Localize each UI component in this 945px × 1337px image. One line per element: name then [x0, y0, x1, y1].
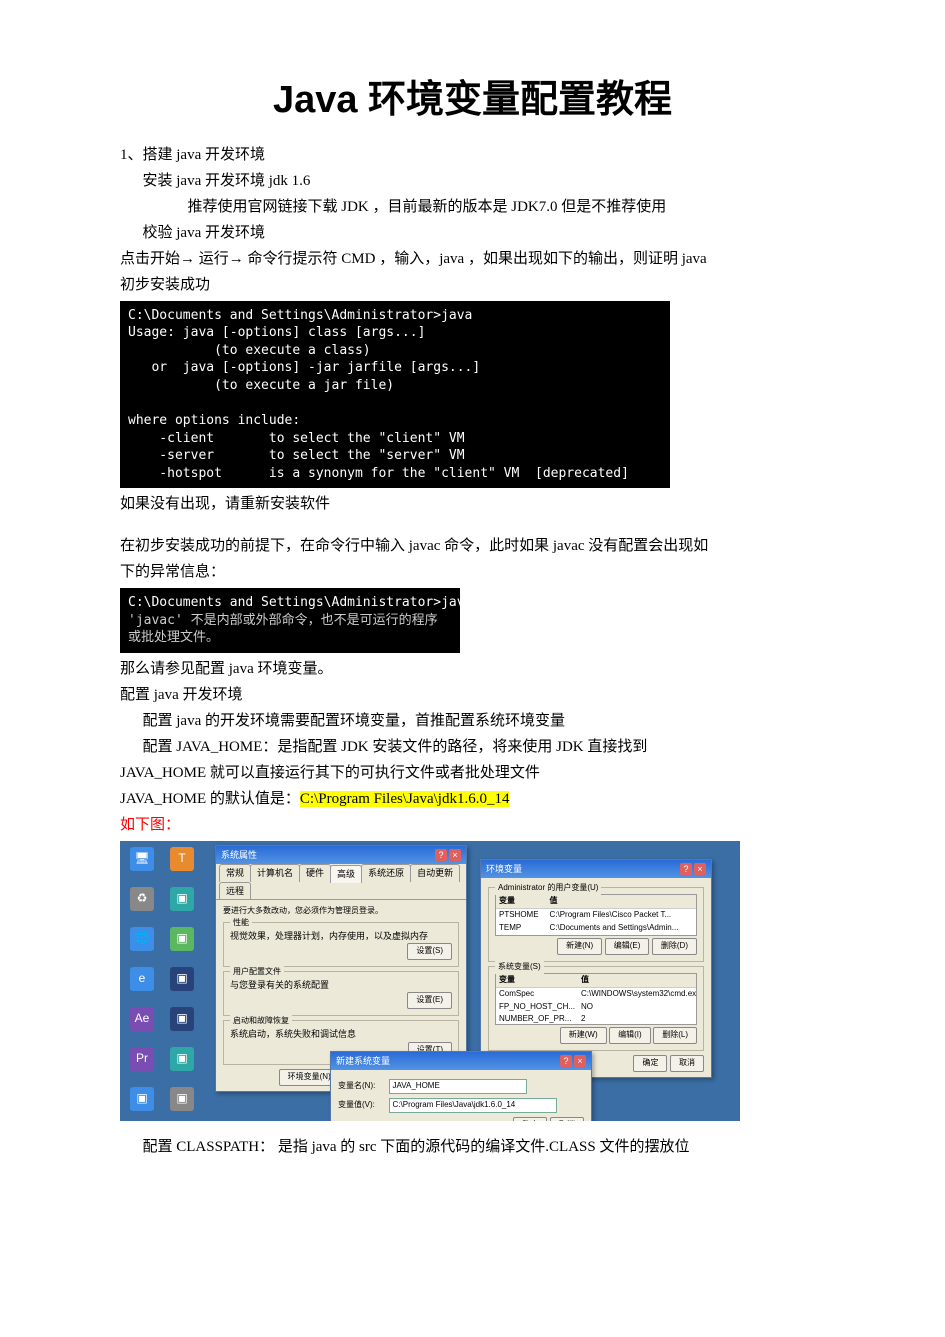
text: 点击开始	[120, 251, 180, 267]
line: 配置 java 开发环境	[120, 683, 825, 707]
terminal-prompt: C:\Documents and Settings\Administrator>…	[128, 595, 480, 610]
text: 与您登录有关的系统配置	[230, 978, 452, 992]
window-title: 环境变量	[486, 862, 522, 876]
line: 下的异常信息：	[120, 560, 825, 584]
varname-input[interactable]: JAVA_HOME	[389, 1079, 527, 1094]
document-page: Java 环境变量配置教程 1、搭建 java 开发环境 安装 java 开发环…	[0, 0, 945, 1337]
line: 在初步安装成功的前提下，在命令行中输入 javac 命令，此时如果 javac …	[120, 534, 825, 558]
sys-vars-list[interactable]: 变量值 ComSpecC:\WINDOWS\system32\cmd.exe F…	[495, 973, 697, 1025]
settings-button[interactable]: 设置(E)	[407, 992, 452, 1009]
settings-button[interactable]: 设置(S)	[407, 943, 452, 960]
varname-label: 变量名(N):	[338, 1080, 386, 1093]
highlight-path: C:\Program Files\Java\jdk1.6.0_14	[300, 791, 510, 807]
user-vars-label: Administrator 的用户变量(U)	[495, 882, 601, 895]
line: JAVA_HOME 就可以直接运行其下的可执行文件或者批处理文件	[120, 761, 825, 785]
tab-general[interactable]: 常规	[219, 864, 251, 881]
text: 系统启动，系统失败和调试信息	[230, 1027, 452, 1041]
new-button[interactable]: 新建(W)	[560, 1027, 607, 1044]
tab-remote[interactable]: 远程	[219, 882, 251, 899]
delete-button[interactable]: 删除(L)	[653, 1027, 697, 1044]
arrow-icon: →	[229, 250, 244, 267]
line: JAVA_HOME 的默认值是：C:\Program Files\Java\jd…	[120, 787, 825, 811]
tab-hardware[interactable]: 硬件	[299, 864, 331, 881]
line: 如果没有出现，请重新安装软件	[120, 492, 825, 516]
text: JAVA_HOME 的默认值是：	[120, 791, 300, 807]
hint-text: 要进行大多数改动，您必须作为管理员登录。	[223, 905, 459, 918]
line: 安装 java 开发环境 jdk 1.6	[120, 169, 825, 193]
help-icon[interactable]: ?	[435, 849, 447, 861]
tab-restore[interactable]: 系统还原	[361, 864, 411, 881]
cancel-button[interactable]: 取消	[550, 1117, 584, 1121]
line: 配置 java 的开发环境需要配置环境变量，首推配置系统环境变量	[120, 709, 825, 733]
user-vars-list[interactable]: 变量值 PTSHOMEC:\Program Files\Cisco Packet…	[495, 894, 697, 936]
varval-input[interactable]: C:\Program Files\Java\jdk1.6.0_14	[389, 1098, 557, 1113]
sys-vars-label: 系统变量(S)	[495, 961, 544, 974]
window-title: 新建系统变量	[336, 1054, 390, 1068]
tab-computer-name[interactable]: 计算机名	[250, 864, 300, 881]
text: 视觉效果，处理器计划，内存使用，以及虚拟内存	[230, 929, 452, 943]
text: 命令行提示符 CMD ，输入，java ，如果出现如下的输出，则证明 java	[244, 251, 707, 267]
screenshot-envvars: 🖥 T ♻ ▣ 🌐 ▣ e ▣ Ae ▣ Pr ▣ ▣ ▣ 系统属性 ?× 常规…	[120, 841, 740, 1121]
cancel-button[interactable]: 取消	[670, 1055, 704, 1072]
line: 点击开始→ 运行→ 命令行提示符 CMD ，输入，java ，如果出现如下的输出…	[120, 247, 825, 271]
varval-label: 变量值(V):	[338, 1099, 386, 1112]
window-title: 系统属性	[221, 848, 257, 862]
line: 配置 CLASSPATH： 是指 java 的 src 下面的源代码的编译文件.…	[120, 1135, 825, 1159]
group-perf: 性能	[230, 917, 252, 930]
tab-advanced[interactable]: 高级	[330, 865, 362, 882]
tab-autoupdate[interactable]: 自动更新	[410, 864, 460, 881]
help-icon[interactable]: ?	[680, 863, 692, 875]
line: 1、搭建 java 开发环境	[120, 143, 825, 167]
terminal-output-java: C:\Documents and Settings\Administrator>…	[120, 301, 670, 488]
line: 那么请参见配置 java 环境变量。	[120, 657, 825, 681]
ok-button[interactable]: 确定	[633, 1055, 667, 1072]
terminal-error: 'javac' 不是内部或外部命令，也不是可运行的程序 或批处理文件。	[128, 613, 438, 646]
window-env-vars: 环境变量 ?× Administrator 的用户变量(U) 变量值 PTSHO…	[480, 859, 712, 1078]
new-button[interactable]: 新建(N)	[557, 938, 602, 955]
close-icon[interactable]: ×	[574, 1055, 586, 1067]
text: 运行	[195, 251, 229, 267]
arrow-icon: →	[180, 250, 195, 267]
group-startup: 启动和故障恢复	[230, 1015, 292, 1028]
group-profile: 用户配置文件	[230, 966, 284, 979]
edit-button[interactable]: 编辑(I)	[609, 1027, 651, 1044]
line: 初步安装成功	[120, 273, 825, 297]
line-red: 如下图：	[120, 813, 825, 837]
help-icon[interactable]: ?	[560, 1055, 572, 1067]
line: 校验 java 开发环境	[120, 221, 825, 245]
ok-button[interactable]: 确定	[513, 1117, 547, 1121]
desktop-icons: 🖥 T ♻ ▣ 🌐 ▣ e ▣ Ae ▣ Pr ▣ ▣ ▣	[126, 847, 198, 1121]
close-icon[interactable]: ×	[449, 849, 461, 861]
close-icon[interactable]: ×	[694, 863, 706, 875]
delete-button[interactable]: 删除(D)	[652, 938, 697, 955]
page-title: Java 环境变量配置教程	[120, 70, 825, 131]
line: 推荐使用官网链接下载 JDK ，目前最新的版本是 JDK7.0 但是不推荐使用	[120, 195, 825, 219]
line: 配置 JAVA_HOME：是指配置 JDK 安装文件的路径，将来使用 JDK 直…	[120, 735, 825, 759]
terminal-output-javac: C:\Documents and Settings\Administrator>…	[120, 588, 460, 653]
window-new-variable: 新建系统变量 ?× 变量名(N): JAVA_HOME 变量值(V): C:\P…	[330, 1051, 592, 1121]
edit-button[interactable]: 编辑(E)	[605, 938, 650, 955]
